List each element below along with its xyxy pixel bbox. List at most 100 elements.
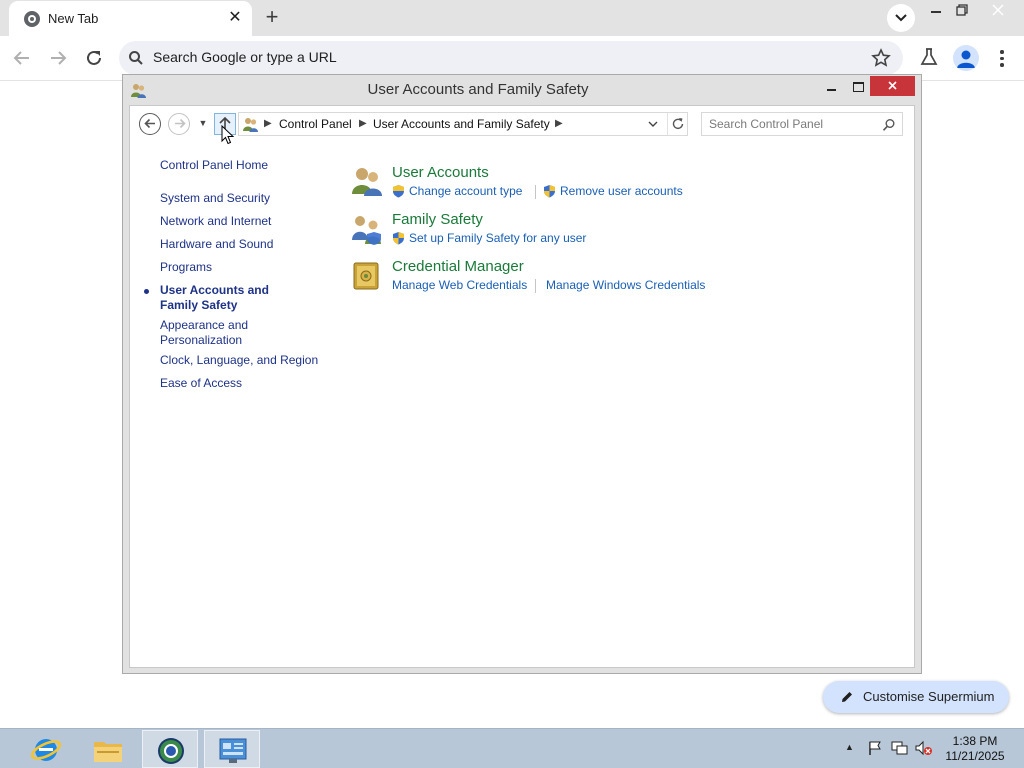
active-bullet-icon [144,289,149,294]
arrow-left-icon [13,51,29,65]
show-hidden-icons-button[interactable]: ▲ [845,742,854,752]
link-separator [535,279,536,293]
nav-user-accounts-label: User Accounts and Family Safety [160,283,269,312]
link-remove-user-accounts[interactable]: Remove user accounts [560,184,683,198]
chevron-down-icon [895,14,907,22]
cp-back-button[interactable] [139,113,161,135]
category-family-safety[interactable]: Family Safety [392,211,483,228]
action-center-flag-icon[interactable] [867,740,883,756]
cp-forward-button[interactable] [168,113,190,135]
cp-search-input[interactable]: Search Control Panel [709,117,823,131]
chevron-down-icon [648,121,658,127]
taskbar: ▲ 1:38 PM 11/21/2025 [0,728,1024,768]
system-clock[interactable]: 1:38 PM 11/21/2025 [940,734,1010,764]
user-accounts-small-icon [243,118,258,132]
breadcrumb-separator[interactable]: ▶ [264,116,272,132]
category-credential-manager[interactable]: Credential Manager [392,258,524,275]
link-separator [535,185,536,199]
nav-programs[interactable]: Programs [160,260,330,275]
tab-search-button[interactable] [887,4,915,32]
search-icon[interactable] [882,118,896,132]
link-set-up-family-safety[interactable]: Set up Family Safety for any user [409,231,586,245]
breadcrumb-user-accounts[interactable]: User Accounts and Family Safety [373,117,550,131]
arrow-left-icon [143,118,155,129]
restore-icon [956,4,968,16]
link-change-account-type[interactable]: Change account type [409,184,522,198]
taskbar-file-explorer[interactable] [80,730,136,768]
breadcrumb-separator[interactable]: ▶ [555,116,563,132]
clock-time: 1:38 PM [952,734,998,748]
person-icon [957,50,975,68]
credential-manager-icon [353,262,379,290]
nav-system-and-security[interactable]: System and Security [160,191,330,206]
control-panel-icon [219,738,247,763]
arrow-right-icon [174,118,186,129]
browser-minimize-button[interactable] [924,0,948,22]
file-explorer-icon [94,742,122,762]
browser-restore-button[interactable] [950,0,974,22]
omnibox-input[interactable]: Search Google or type a URL [153,49,337,65]
reload-icon [87,50,101,65]
taskbar-control-panel[interactable] [204,730,260,768]
labs-flask-icon[interactable] [919,47,939,67]
internet-explorer-icon [30,739,62,761]
tab-title: New Tab [48,11,99,26]
category-user-accounts[interactable]: User Accounts [392,164,489,181]
nav-ease-of-access[interactable]: Ease of Access [160,376,330,391]
close-icon [888,81,897,90]
cp-close-button[interactable] [870,76,915,96]
cp-refresh-button[interactable] [667,113,687,135]
uac-shield-icon [544,185,555,198]
nav-hardware-and-sound[interactable]: Hardware and Sound [160,237,330,252]
new-tab-button[interactable]: + [259,5,285,31]
uac-shield-icon [393,185,404,198]
taskbar-internet-explorer[interactable] [18,730,74,768]
customise-label: Customise Supermium [863,689,995,704]
arrow-right-icon [51,51,67,65]
cp-maximize-button[interactable] [846,77,870,97]
browser-menu-button[interactable] [994,48,1010,68]
clock-date: 11/21/2025 [945,749,1005,763]
address-history-dropdown[interactable] [647,116,659,135]
pencil-icon [842,692,852,702]
omnibox[interactable]: Search Google or type a URL [119,41,903,75]
bookmark-star-icon[interactable] [871,48,891,68]
cp-search-box[interactable]: Search Control Panel [701,112,903,136]
nav-appearance-and-personalization[interactable]: Appearance and Personalization [160,318,280,348]
nav-network-and-internet[interactable]: Network and Internet [160,214,330,229]
browser-close-button[interactable] [976,0,1020,22]
back-button[interactable] [10,46,34,70]
tab-strip: New Tab ✕ + [0,0,1024,36]
link-manage-web-credentials[interactable]: Manage Web Credentials [392,278,527,292]
nav-clock-language-region[interactable]: Clock, Language, and Region [160,353,330,368]
uac-shield-icon [393,232,404,245]
cp-titlebar[interactable]: User Accounts and Family Safety [123,75,921,105]
cp-up-button[interactable] [214,113,236,135]
tab-close-icon[interactable]: ✕ [226,9,244,27]
tab-new-tab[interactable]: New Tab ✕ [9,1,252,36]
chrome-icon [24,11,40,27]
cp-window-title: User Accounts and Family Safety [367,81,589,98]
volume-muted-icon[interactable] [915,740,933,756]
breadcrumb-separator[interactable]: ▶ [359,116,367,132]
recent-locations-dropdown[interactable]: ▼ [196,114,210,132]
reload-button[interactable] [82,46,106,70]
customise-supermium-button[interactable]: Customise Supermium [823,681,1009,713]
family-safety-icon [352,216,381,245]
control-panel-window: User Accounts and Family Safety ▼ ▶ Cont… [122,74,922,674]
cp-address-bar[interactable]: ▶ Control Panel ▶ User Accounts and Fami… [238,112,688,136]
breadcrumb-control-panel[interactable]: Control Panel [279,117,352,131]
nav-user-accounts-active: User Accounts and Family Safety [144,283,310,313]
forward-button[interactable] [46,46,70,70]
network-icon[interactable] [891,740,909,756]
cp-minimize-button[interactable] [820,77,844,97]
nav-control-panel-home[interactable]: Control Panel Home [160,158,330,173]
arrow-up-icon [219,116,231,131]
taskbar-supermium[interactable] [142,730,198,768]
supermium-icon [158,738,184,764]
cp-content: ▼ ▶ Control Panel ▶ User Accounts and Fa… [129,105,915,668]
user-accounts-icon [352,168,382,196]
profile-avatar[interactable] [953,45,979,71]
link-manage-windows-credentials[interactable]: Manage Windows Credentials [546,278,705,292]
refresh-icon [672,118,683,130]
